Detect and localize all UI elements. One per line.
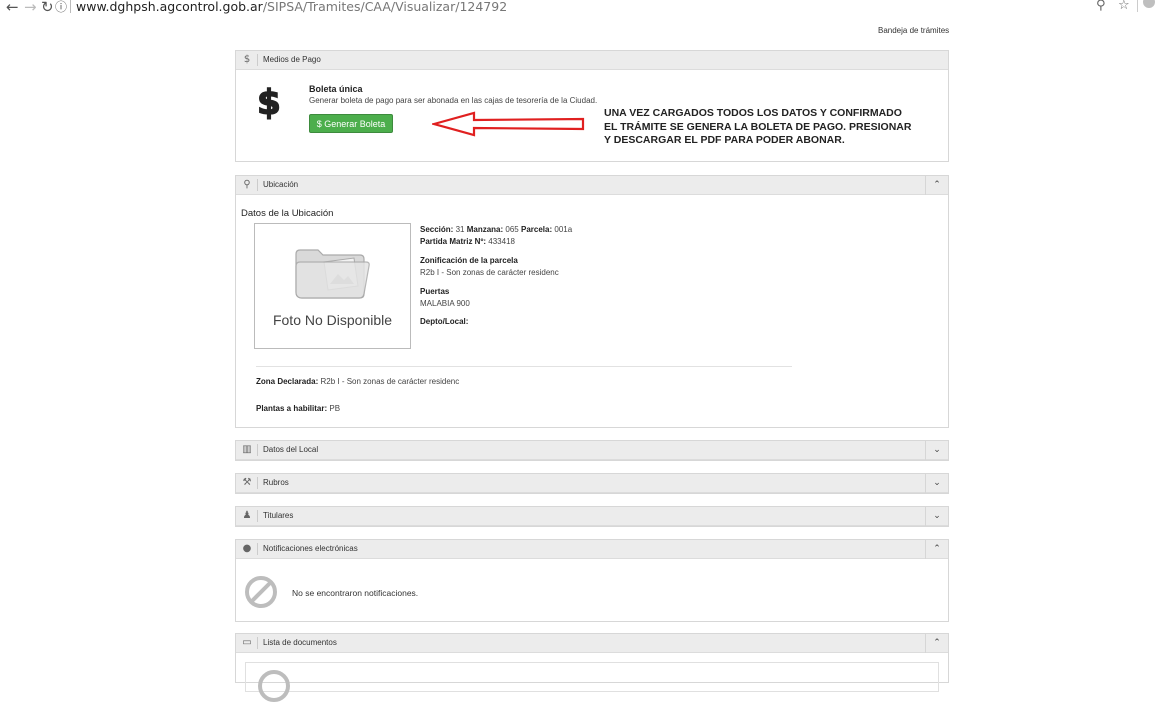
header-divider <box>257 543 258 555</box>
zonificacion-label-text: Zonificación de la parcela <box>420 256 518 265</box>
address-url: www.dghpsh.agcontrol.gob.ar/SIPSA/Tramit… <box>76 0 507 14</box>
browser-toolbar: ← → ↻ ⓘ www.dghpsh.agcontrol.gob.ar/SIPS… <box>0 0 1160 18</box>
header-divider <box>257 477 258 489</box>
users-icon: ♟ <box>242 510 252 521</box>
notificaciones-title: Notificaciones electrónicas <box>263 544 358 553</box>
puertas-label: Puertas <box>420 287 449 296</box>
bandeja-link[interactable]: Bandeja de trámites <box>878 26 949 35</box>
generar-boleta-button[interactable]: $ Generar Boleta <box>309 114 393 133</box>
url-path: /SIPSA/Tramites/CAA/Visualizar/124792 <box>262 0 508 14</box>
titulares-header[interactable]: ♟ Titulares ⌄ <box>236 507 948 526</box>
puertas-value: MALABIA 900 <box>420 299 470 308</box>
red-arrow-icon <box>432 111 585 137</box>
address-divider <box>70 0 71 13</box>
hammer-icon: ⚒ <box>242 477 252 488</box>
partida-line: Partida Matriz Nº: 433418 <box>420 237 515 246</box>
header-divider <box>257 179 258 191</box>
header-divider <box>257 510 258 522</box>
url-host: www.dghpsh.agcontrol.gob.ar <box>76 0 263 14</box>
zoom-icon[interactable]: ⚲ <box>1096 0 1106 13</box>
address-bar[interactable]: ⓘ www.dghpsh.agcontrol.gob.ar/SIPSA/Tram… <box>55 0 1097 15</box>
star-icon[interactable]: ☆ <box>1118 0 1130 13</box>
building-icon: ▥ <box>242 444 252 455</box>
datos-local-panel: ▥ Datos del Local ⌄ <box>235 440 949 461</box>
zona-declarada-line: Zona Declarada: R2b I - Son zonas de car… <box>256 377 459 386</box>
depto-label: Depto/Local: <box>420 317 468 326</box>
documentos-panel: ▭ Lista de documentos ⌃ <box>235 633 949 702</box>
titulares-title: Titulares <box>263 511 294 520</box>
list-icon: ▭ <box>242 637 252 648</box>
puertas-label-text: Puertas <box>420 287 450 296</box>
documentos-title: Lista de documentos <box>263 638 337 647</box>
manzana-label: Manzana: <box>466 225 504 234</box>
datos-local-header[interactable]: ▥ Datos del Local ⌄ <box>236 441 948 460</box>
medios-pago-header: $ Medios de Pago <box>236 51 948 70</box>
chevron-down-icon[interactable]: ⌄ <box>925 441 948 460</box>
rubros-panel: ⚒ Rubros ⌄ <box>235 473 949 494</box>
photo-placeholder: Foto No Disponible <box>254 223 411 349</box>
header-divider <box>257 54 258 66</box>
profile-avatar[interactable] <box>1143 0 1155 8</box>
toolbar-divider <box>1137 0 1138 12</box>
parcela-label: Parcela: <box>521 225 553 234</box>
ubicacion-panel: ⚲ Ubicación ⌃ Datos de la Ubicación Foto… <box>235 175 949 428</box>
partida-label: Partida Matriz Nº: <box>420 237 487 246</box>
parcela-value: 001a <box>554 225 573 234</box>
seccion-line: Sección: 31 Manzana: 065 Parcela: 001a <box>420 225 572 234</box>
info-icon[interactable]: ⓘ <box>55 0 67 15</box>
chevron-up-icon[interactable]: ⌃ <box>925 634 948 653</box>
folder-image-icon <box>295 249 370 299</box>
note-line: EL TRÁMITE SE GENERA LA BOLETA DE PAGO. … <box>604 120 912 133</box>
forward-arrow-icon[interactable]: → <box>24 0 37 16</box>
medios-pago-title: Medios de Pago <box>263 55 321 64</box>
zonificacion-label: Zonificación de la parcela <box>420 256 518 265</box>
no-results-icon <box>258 670 290 702</box>
ubicacion-subtitle: Datos de la Ubicación <box>241 208 334 219</box>
boleta-title: Boleta única <box>309 84 363 94</box>
note-line: Y DESCARGAR EL PDF PARA PODER ABONAR. <box>604 134 845 146</box>
partida-value: 433418 <box>488 237 515 246</box>
svg-text:$: $ <box>257 83 281 121</box>
note-line: UNA VEZ CARGADOS TODOS LOS DATOS Y CONFI… <box>604 107 902 119</box>
plantas-line: Plantas a habilitar: PB <box>256 404 340 413</box>
manzana-value: 065 <box>505 225 519 234</box>
documentos-header[interactable]: ▭ Lista de documentos ⌃ <box>236 634 948 653</box>
photo-caption: Foto No Disponible <box>272 312 393 328</box>
chevron-up-icon[interactable]: ⌃ <box>925 176 948 195</box>
titulares-panel: ♟ Titulares ⌄ <box>235 506 949 527</box>
datos-local-title: Datos del Local <box>263 445 319 454</box>
ubicacion-header[interactable]: ⚲ Ubicación ⌃ <box>236 176 948 195</box>
zona-value: R2b I - Son zonas de carácter residenc <box>320 377 460 386</box>
notificaciones-header[interactable]: ● Notificaciones electrónicas ⌃ <box>236 540 948 559</box>
seccion-label: Sección: <box>420 225 454 234</box>
plantas-label: Plantas a habilitar: <box>256 404 328 413</box>
dollar-sign-icon: $ <box>256 82 281 121</box>
notificaciones-panel: ● Notificaciones electrónicas ⌃ No se en… <box>235 539 949 622</box>
dollar-icon: $ <box>243 54 251 65</box>
reload-icon[interactable]: ↻ <box>41 0 54 16</box>
header-divider <box>257 444 258 456</box>
ubicacion-title: Ubicación <box>263 180 299 189</box>
rubros-header[interactable]: ⚒ Rubros ⌄ <box>236 474 948 493</box>
zonificacion-value: R2b I - Son zonas de carácter residenc <box>420 268 559 277</box>
section-divider <box>256 366 792 367</box>
back-arrow-icon[interactable]: ← <box>6 0 19 16</box>
boleta-description: Generar boleta de pago para ser abonada … <box>309 96 598 105</box>
comment-icon: ● <box>242 543 252 554</box>
medios-pago-panel: $ Medios de Pago $ Boleta única Generar … <box>235 50 949 162</box>
plantas-value: PB <box>329 404 341 413</box>
chevron-up-icon[interactable]: ⌃ <box>925 540 948 559</box>
chevron-down-icon[interactable]: ⌄ <box>925 507 948 526</box>
depto-label-text: Depto/Local: <box>420 317 469 326</box>
rubros-title: Rubros <box>263 478 289 487</box>
map-pin-icon: ⚲ <box>243 179 251 190</box>
seccion-value: 31 <box>455 225 465 234</box>
no-notifications-text: No se encontraron notificaciones. <box>292 588 419 598</box>
zona-label: Zona Declarada: <box>256 377 319 386</box>
payment-instructions-note: UNA VEZ CARGADOS TODOS LOS DATOS Y CONFI… <box>604 107 911 148</box>
header-divider <box>257 637 258 649</box>
no-results-icon <box>245 576 277 608</box>
documentos-content <box>245 662 939 702</box>
chevron-down-icon[interactable]: ⌄ <box>925 474 948 493</box>
